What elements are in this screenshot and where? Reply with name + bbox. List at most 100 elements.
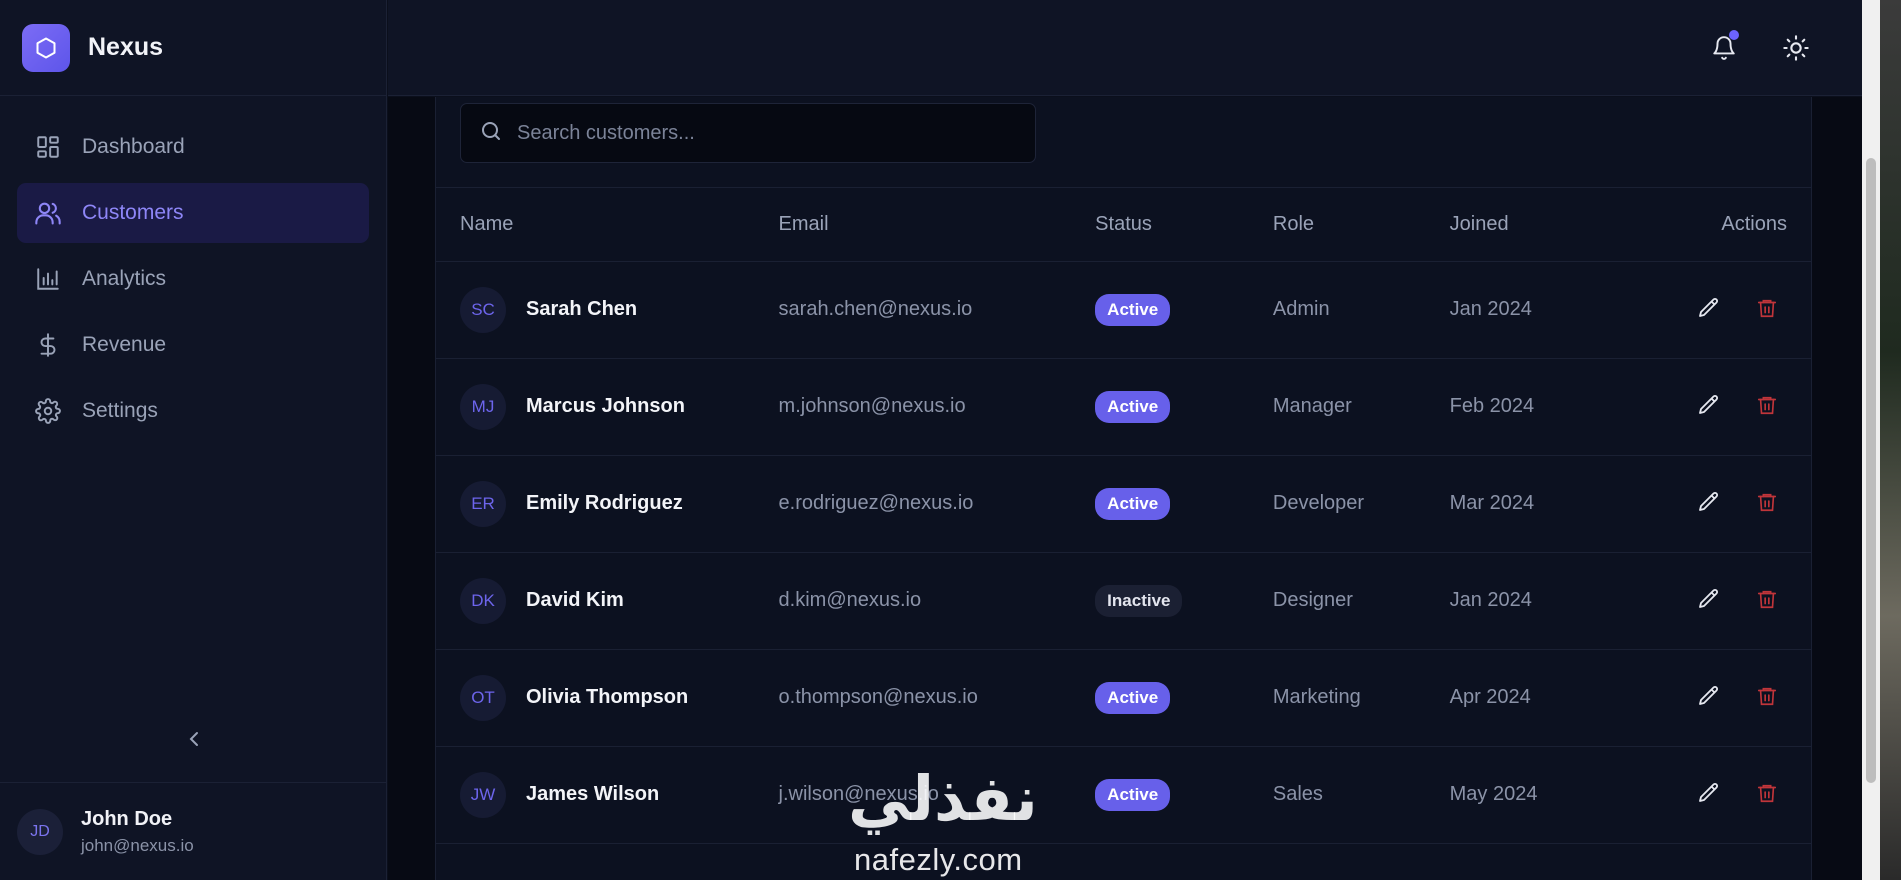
delete-trash-icon[interactable] — [1753, 488, 1781, 516]
dollar-icon — [33, 330, 63, 360]
customer-email: m.johnson@nexus.io — [778, 395, 966, 417]
sidebar-nav: Dashboard Customers Analytics Revenue Se… — [0, 96, 386, 441]
avatar: OT — [460, 674, 506, 721]
app-name: Nexus — [88, 33, 164, 61]
gear-icon — [33, 396, 63, 426]
sidebar-item-label: Revenue — [82, 333, 167, 356]
status-badge: Active — [1095, 293, 1171, 326]
sidebar-item-settings[interactable]: Settings — [17, 381, 369, 441]
watermark-latin: nafezly.com — [854, 842, 1023, 877]
bar-chart-icon — [33, 264, 63, 294]
delete-trash-icon[interactable] — [1753, 585, 1781, 613]
search-box[interactable] — [460, 103, 1036, 163]
user-email: john@nexus.io — [81, 835, 194, 855]
status-badge: Inactive — [1095, 584, 1183, 617]
avatar: DK — [460, 577, 506, 624]
users-icon — [33, 198, 63, 228]
app-window: Nexus Dashboard Customers Analytics Reve… — [0, 0, 1901, 880]
edit-pencil-icon[interactable] — [1695, 682, 1723, 710]
avatar: MJ — [460, 383, 506, 430]
column-header-actions: Actions — [1721, 212, 1787, 235]
table-row[interactable]: JW James Wilson j.wilson@nexus.io Active… — [436, 746, 1811, 843]
table-row[interactable]: SC Sarah Chen sarah.chen@nexus.io Active… — [436, 261, 1811, 358]
sidebar-item-label: Customers — [82, 201, 184, 224]
sidebar-item-analytics[interactable]: Analytics — [17, 249, 369, 309]
sidebar-item-label: Settings — [82, 399, 158, 422]
customer-email: e.rodriguez@nexus.io — [778, 492, 974, 514]
user-name: John Doe — [81, 807, 173, 830]
column-header-role[interactable]: Role — [1273, 188, 1450, 261]
avatar: JD — [17, 808, 63, 855]
notification-dot — [1729, 30, 1739, 40]
sidebar-item-dashboard[interactable]: Dashboard — [17, 117, 369, 177]
edit-pencil-icon[interactable] — [1695, 585, 1723, 613]
table-header-row: Name Email Status Role Joined Actions — [436, 188, 1811, 261]
vertical-scrollbar[interactable] — [1862, 0, 1880, 880]
background-edge — [1880, 0, 1901, 880]
logo-hexagon-icon[interactable] — [22, 23, 70, 72]
delete-trash-icon[interactable] — [1753, 682, 1781, 710]
status-badge: Active — [1095, 681, 1171, 714]
search-input[interactable] — [517, 121, 997, 145]
delete-trash-icon[interactable] — [1753, 294, 1781, 322]
customer-name: Marcus Johnson — [526, 395, 685, 417]
customer-joined: May 2024 — [1449, 783, 1538, 805]
customer-role: Designer — [1272, 589, 1353, 611]
customer-name: Emily Rodriguez — [526, 492, 683, 514]
collapse-sidebar-chevron-icon[interactable] — [183, 726, 205, 752]
dashboard-icon — [33, 132, 63, 162]
column-header-status[interactable]: Status — [1095, 188, 1273, 261]
customer-name: James Wilson — [526, 783, 660, 805]
watermark-arabic: نفذلي — [848, 762, 1038, 835]
notifications-bell-icon[interactable] — [1711, 30, 1739, 62]
edit-pencil-icon[interactable] — [1695, 779, 1723, 807]
edit-pencil-icon[interactable] — [1695, 488, 1723, 516]
watermark: نفذلي nafezly.com — [840, 762, 1060, 880]
customer-email: sarah.chen@nexus.io — [778, 298, 973, 320]
sidebar-item-customers[interactable]: Customers — [17, 183, 369, 243]
customer-role: Developer — [1272, 492, 1365, 514]
customer-email: d.kim@nexus.io — [778, 589, 922, 611]
avatar: ER — [460, 480, 506, 527]
avatar: SC — [460, 286, 506, 333]
customer-joined: Jan 2024 — [1449, 298, 1532, 320]
customer-joined: Feb 2024 — [1449, 395, 1535, 417]
customer-name: Sarah Chen — [526, 298, 638, 320]
sidebar-item-revenue[interactable]: Revenue — [17, 315, 369, 375]
table-row[interactable]: DK David Kim d.kim@nexus.io Inactive Des… — [436, 552, 1811, 649]
theme-toggle-sun-icon[interactable] — [1782, 34, 1810, 62]
scrollbar-thumb[interactable] — [1866, 158, 1876, 783]
main-content: Name Email Status Role Joined Actions SC… — [388, 97, 1862, 880]
customer-role: Marketing — [1272, 686, 1361, 708]
sidebar-item-label: Dashboard — [82, 135, 185, 158]
edit-pencil-icon[interactable] — [1695, 294, 1723, 322]
sidebar: Nexus Dashboard Customers Analytics Reve… — [0, 0, 387, 880]
user-info: John Doe john@nexus.io — [81, 808, 194, 856]
table-row[interactable]: ER Emily Rodriguez e.rodriguez@nexus.io … — [436, 455, 1811, 552]
status-badge: Active — [1095, 778, 1171, 811]
table-row[interactable]: MJ Marcus Johnson m.johnson@nexus.io Act… — [436, 358, 1811, 455]
edit-pencil-icon[interactable] — [1695, 391, 1723, 419]
delete-trash-icon[interactable] — [1753, 779, 1781, 807]
column-header-name[interactable]: Name — [436, 188, 779, 261]
status-badge: Active — [1095, 487, 1171, 520]
status-badge: Active — [1095, 390, 1171, 423]
column-header-email[interactable]: Email — [779, 188, 1096, 261]
search-icon — [479, 119, 503, 148]
customer-joined: Mar 2024 — [1449, 492, 1535, 514]
search-row — [436, 97, 1811, 188]
brand: Nexus — [0, 0, 386, 96]
customer-role: Sales — [1272, 783, 1323, 805]
table-row[interactable]: OT Olivia Thompson o.thompson@nexus.io A… — [436, 649, 1811, 746]
customer-name: David Kim — [526, 589, 624, 611]
delete-trash-icon[interactable] — [1753, 391, 1781, 419]
customer-role: Admin — [1272, 298, 1330, 320]
customer-joined: Apr 2024 — [1449, 686, 1531, 708]
column-header-joined[interactable]: Joined — [1450, 188, 1651, 261]
sidebar-item-label: Analytics — [82, 267, 167, 290]
customers-table: Name Email Status Role Joined Actions SC… — [436, 188, 1811, 844]
user-profile[interactable]: JD John Doe john@nexus.io — [0, 782, 387, 880]
customer-email: o.thompson@nexus.io — [778, 686, 978, 708]
top-bar — [388, 0, 1862, 96]
avatar: JW — [460, 771, 506, 818]
